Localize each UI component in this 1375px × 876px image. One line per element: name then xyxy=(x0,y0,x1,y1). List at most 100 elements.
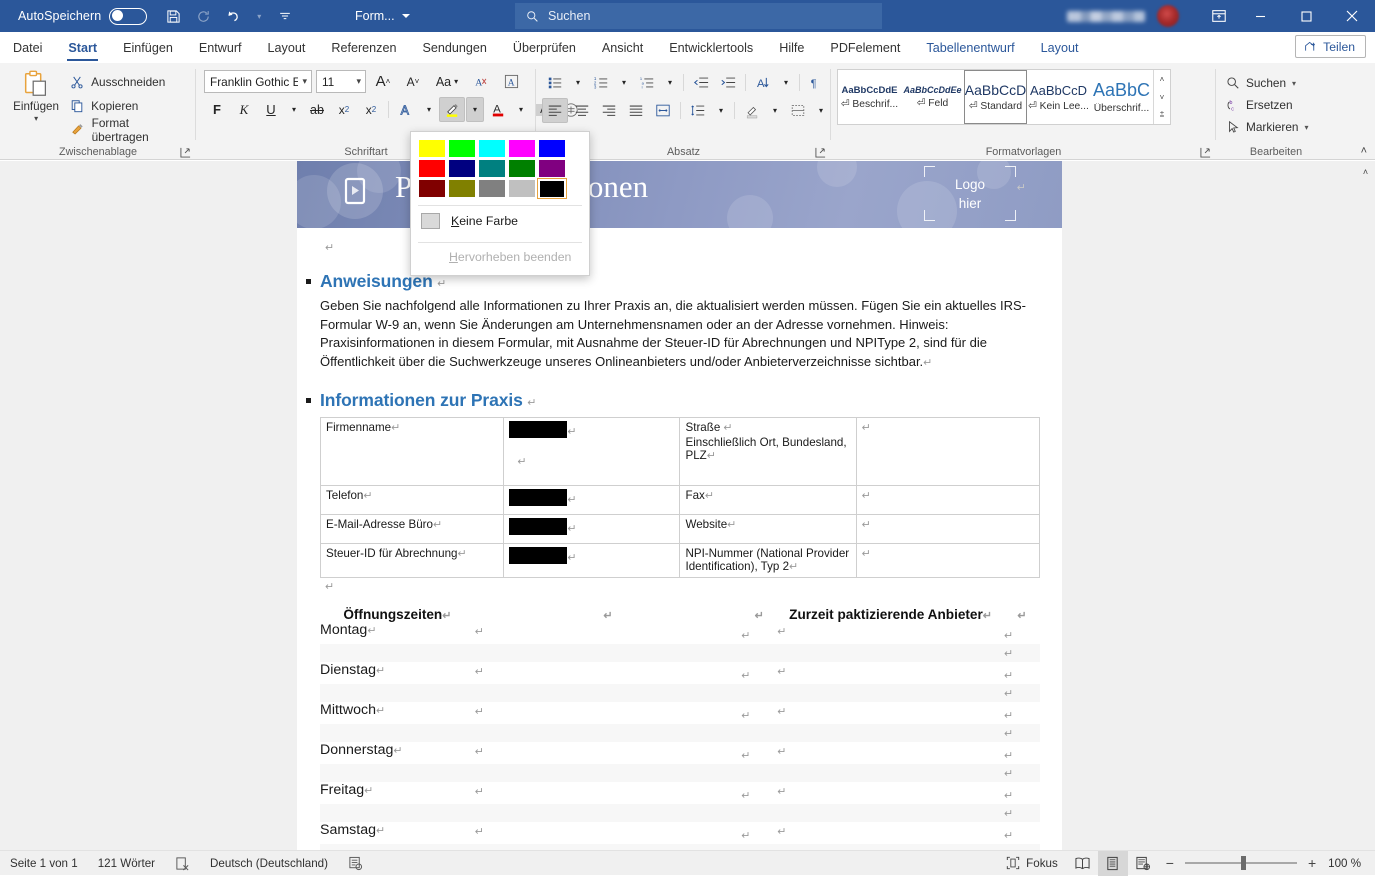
hours-input-samstag[interactable]: ↵ xyxy=(475,822,741,844)
swatch-violett[interactable] xyxy=(537,158,567,178)
tab-einfuegen[interactable]: Einfügen xyxy=(110,33,186,62)
cell-steuerid-label[interactable]: Steuer-ID für Abrechnung↵ xyxy=(321,544,504,578)
provider-input-montag[interactable]: ↵ xyxy=(777,622,1004,644)
document-canvas[interactable]: Praxisinformationen Logo hier ↵ ↵ Anweis… xyxy=(0,161,1375,850)
day-label-samstag[interactable]: Samstag↵ xyxy=(320,822,475,844)
save-icon[interactable] xyxy=(159,3,187,29)
tab-entwurf[interactable]: Entwurf xyxy=(186,33,255,62)
cell-email-label[interactable]: E-Mail-Adresse Büro↵ xyxy=(321,515,504,544)
day-label-montag[interactable]: Montag↵ xyxy=(320,622,475,644)
tab-tabellenentwurf[interactable]: Tabellenentwurf xyxy=(913,33,1027,62)
underline-button[interactable]: U xyxy=(258,97,284,122)
table-row-donnerstag[interactable]: Donnerstag↵ ↵ ↵ ↵ ↵ xyxy=(320,742,1040,764)
swatch-rot[interactable] xyxy=(417,158,447,178)
distributed-align-button[interactable] xyxy=(650,98,676,123)
provider-input-dienstag[interactable]: ↵ xyxy=(777,662,1004,684)
zoom-level[interactable]: 100 % xyxy=(1318,851,1375,876)
select-button[interactable]: Markieren ▾ xyxy=(1222,116,1312,138)
swatch-gelb[interactable] xyxy=(417,138,447,158)
word-count[interactable]: 121 Wörter xyxy=(88,851,165,876)
refresh-icon[interactable] xyxy=(189,3,217,29)
text-effects-caret-icon[interactable]: ▾ xyxy=(420,97,438,122)
avatar[interactable] xyxy=(1157,5,1179,27)
tab-referenzen[interactable]: Referenzen xyxy=(318,33,409,62)
hours-input-dienstag[interactable]: ↵ xyxy=(475,662,741,684)
swatch-gruen[interactable] xyxy=(507,158,537,178)
swatch-grau-50[interactable] xyxy=(477,178,507,198)
document-title[interactable]: Form... xyxy=(355,0,410,32)
day-label-donnerstag[interactable]: Donnerstag↵ xyxy=(320,742,475,764)
decrease-indent-button[interactable] xyxy=(688,70,714,95)
undo-dropdown-caret-icon[interactable]: ▾ xyxy=(249,3,269,29)
swatch-dunkelgelb[interactable] xyxy=(447,178,477,198)
tab-ansicht[interactable]: Ansicht xyxy=(589,33,656,62)
shading-caret-icon[interactable]: ▾ xyxy=(766,98,784,123)
style-kein-leerraum[interactable]: AaBbCcD ⏎ Kein Lee... xyxy=(1027,70,1090,124)
tab-ueberpruefen[interactable]: Überprüfen xyxy=(500,33,589,62)
language-indicator[interactable]: Deutsch (Deutschland) xyxy=(200,851,338,876)
zoom-slider[interactable] xyxy=(1185,862,1297,864)
styles-scroll-up-icon[interactable]: ˄ xyxy=(1154,70,1170,88)
font-color-button[interactable]: A xyxy=(485,97,511,122)
shading-button[interactable] xyxy=(739,98,765,123)
day-label-mittwoch[interactable]: Mittwoch↵ xyxy=(320,702,475,724)
swatch-grau-25[interactable] xyxy=(507,178,537,198)
opening-hours-table[interactable]: Öffnungszeiten↵ ↵ ↵ Zurzeit paktizierend… xyxy=(320,607,1040,850)
undo-icon[interactable] xyxy=(219,3,247,29)
table-row-samstag[interactable]: Samstag↵ ↵ ↵ ↵ ↵ xyxy=(320,822,1040,844)
document-body[interactable]: ↵ Anweisungen ↵ Geben Sie nachfolgend al… xyxy=(297,228,1062,850)
maximize-button[interactable] xyxy=(1283,0,1329,32)
logo-placeholder[interactable]: Logo hier xyxy=(924,166,1016,221)
multilevel-list-caret-icon[interactable]: ▾ xyxy=(661,70,679,95)
table-row-freitag[interactable]: Freitag↵ ↵ ↵ ↵ ↵ xyxy=(320,782,1040,804)
swatch-hellgruen[interactable] xyxy=(447,138,477,158)
numbered-list-caret-icon[interactable]: ▾ xyxy=(615,70,633,95)
table-row-mittwoch[interactable]: Mittwoch↵ ↵ ↵ ↵ ↵ xyxy=(320,702,1040,724)
decrease-font-size-button[interactable]: A˅ xyxy=(400,69,426,94)
stop-highlighting-option[interactable]: Hervorheben beenden xyxy=(411,243,589,271)
tab-datei[interactable]: Datei xyxy=(0,33,55,62)
cut-button[interactable]: Ausschneiden xyxy=(66,71,190,92)
copy-button[interactable]: Kopieren xyxy=(66,95,190,116)
style-feld[interactable]: AaBbCcDdEe ⏎ Feld xyxy=(901,70,964,124)
print-layout-button[interactable] xyxy=(1098,851,1128,876)
font-name-combo[interactable]: Franklin Gothic E ▾ xyxy=(204,70,312,93)
zoom-in-button[interactable]: + xyxy=(1306,851,1318,876)
cell-steuerid-value[interactable]: ↵ xyxy=(504,544,680,578)
cell-telefon-label[interactable]: Telefon↵ xyxy=(321,486,504,515)
hours-input-montag[interactable]: ↵ xyxy=(475,622,741,644)
tab-sendungen[interactable]: Sendungen xyxy=(409,33,499,62)
styles-more-icon[interactable]: ⩲ xyxy=(1154,106,1170,124)
focus-mode-button[interactable]: Fokus xyxy=(996,851,1068,876)
styles-dialog-launcher-icon[interactable] xyxy=(1199,146,1212,159)
bulleted-list-caret-icon[interactable]: ▾ xyxy=(569,70,587,95)
ribbon-display-options-icon[interactable] xyxy=(1201,0,1237,32)
multilevel-list-button[interactable]: 1ai xyxy=(634,70,660,95)
practice-info-table[interactable]: Firmenname↵ ↵↵ Straße ↵Einschließlich Or… xyxy=(320,417,1040,578)
format-painter-button[interactable]: Format übertragen xyxy=(66,119,190,140)
sort-caret-icon[interactable]: ▾ xyxy=(777,70,795,95)
provider-input-donnerstag[interactable]: ↵ xyxy=(777,742,1004,764)
italic-button[interactable]: K xyxy=(231,97,257,122)
styles-scroll-down-icon[interactable]: ˅ xyxy=(1154,88,1170,106)
tab-layout[interactable]: Layout xyxy=(255,33,319,62)
tab-start[interactable]: Start xyxy=(55,33,110,62)
paste-caret-icon[interactable]: ▾ xyxy=(34,114,38,123)
cell-firmenname-value[interactable]: ↵↵ xyxy=(504,418,680,486)
subscript-button[interactable]: x2 xyxy=(331,97,357,122)
table-row[interactable]: Telefon↵ ↵ Fax↵ ↵ xyxy=(321,486,1040,515)
replace-button[interactable]: bc Ersetzen xyxy=(1222,94,1297,116)
tab-table-layout[interactable]: Layout xyxy=(1028,33,1092,62)
table-row[interactable]: Firmenname↵ ↵↵ Straße ↵Einschließlich Or… xyxy=(321,418,1040,486)
borders-caret-icon[interactable]: ▾ xyxy=(812,98,830,123)
text-highlight-color-button[interactable] xyxy=(439,97,465,122)
table-row-dienstag[interactable]: Dienstag↵ ↵ ↵ ↵ ↵ xyxy=(320,662,1040,684)
hours-input-freitag[interactable]: ↵ xyxy=(475,782,741,804)
zoom-slider-handle[interactable] xyxy=(1241,856,1246,870)
paste-button[interactable]: Einfügen ▾ xyxy=(6,67,66,123)
proofing-status[interactable] xyxy=(165,851,200,876)
scroll-up-button[interactable]: ˄ xyxy=(1358,163,1373,180)
cell-fax-value[interactable]: ↵ xyxy=(856,486,1039,515)
swatch-blaugruen[interactable] xyxy=(477,158,507,178)
paragraph-dialog-launcher-icon[interactable] xyxy=(814,146,827,159)
